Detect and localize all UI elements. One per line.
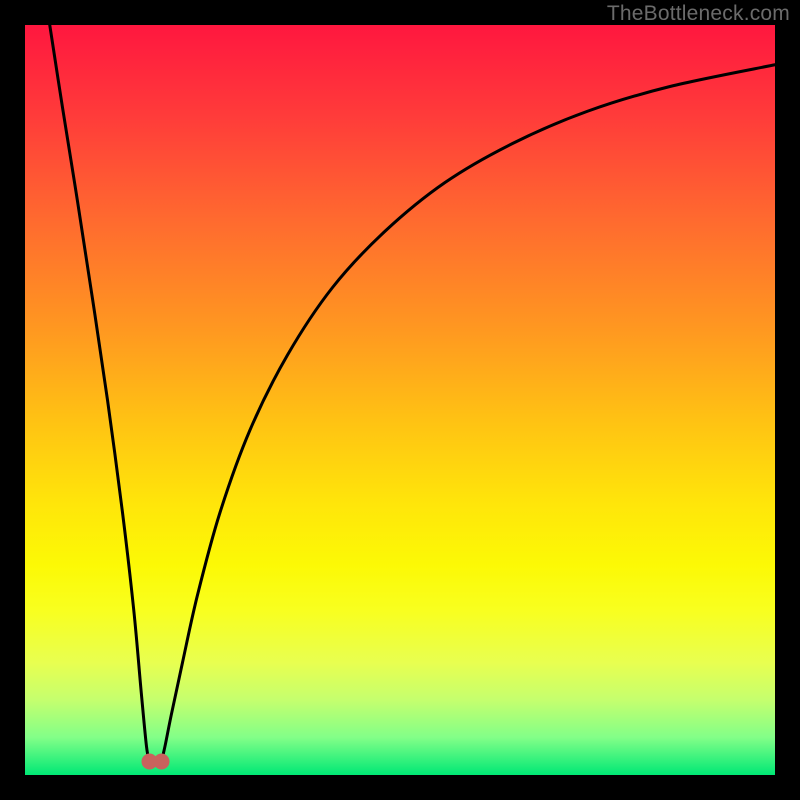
- min-marker-right: [154, 754, 170, 770]
- curve-overlay: [0, 0, 800, 800]
- curve-left-branch: [50, 25, 150, 762]
- curve-right-branch: [162, 65, 776, 762]
